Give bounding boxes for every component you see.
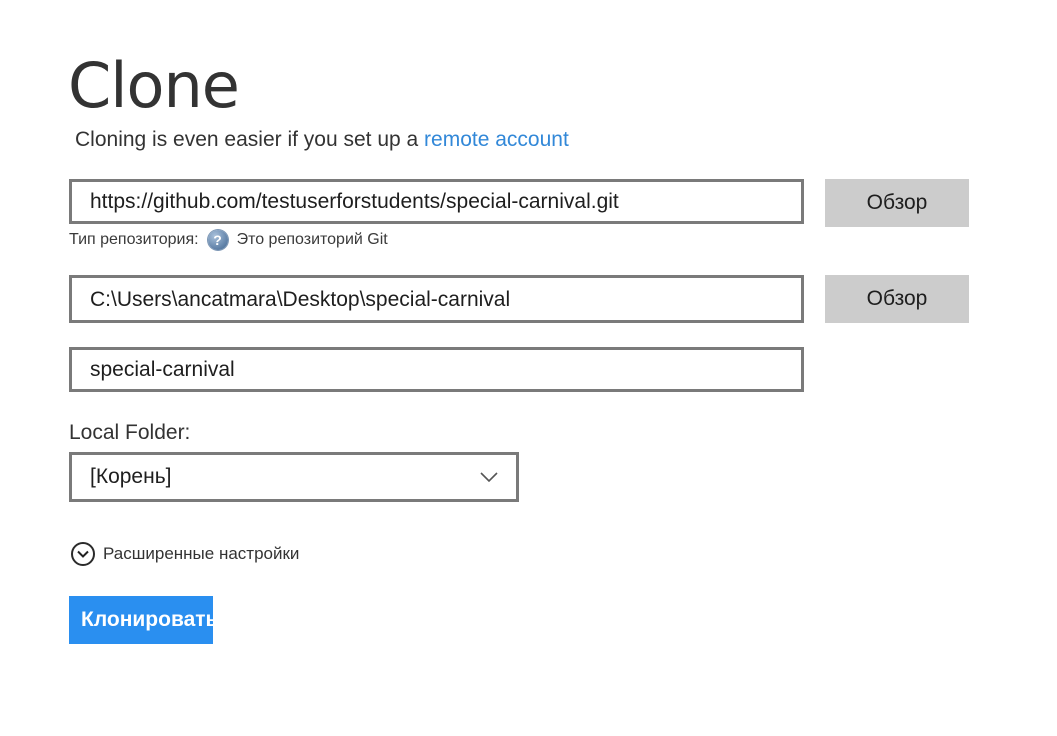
local-folder-selected: [Корень] <box>90 465 172 488</box>
browse-url-button[interactable]: Обзор <box>825 179 969 227</box>
chevron-down-icon <box>480 465 498 489</box>
repo-type-value: Это репозиторий Git <box>236 231 388 248</box>
browse-path-button[interactable]: Обзор <box>825 275 969 323</box>
repo-type-label: Тип репозитория: <box>69 231 199 248</box>
repo-name-value: special-carnival <box>90 358 235 381</box>
page-title: Clone <box>68 49 240 122</box>
repo-name-input[interactable]: special-carnival <box>69 347 804 392</box>
advanced-settings-label: Расширенные настройки <box>103 544 300 563</box>
local-folder-dropdown[interactable]: [Корень] <box>69 452 519 502</box>
remote-account-link[interactable]: remote account <box>424 128 569 151</box>
local-folder-label: Local Folder: <box>69 421 191 444</box>
advanced-settings-toggle[interactable]: Расширенные настройки <box>71 542 299 566</box>
repo-url-value: https://github.com/testuserforstudents/s… <box>90 190 619 213</box>
subtitle-text: Cloning is even easier if you set up a <box>75 128 419 151</box>
subtitle: Cloning is even easier if you set up a r… <box>75 126 569 154</box>
help-icon[interactable]: ? <box>207 230 228 250</box>
expand-chevron-icon <box>71 542 95 566</box>
local-path-input[interactable]: C:\Users\ancatmara\Desktop\special-carni… <box>69 275 804 323</box>
clone-button[interactable]: Клонировать <box>69 596 213 644</box>
repo-type-info: Тип репозитория: ? Это репозиторий Git <box>69 229 388 251</box>
repo-url-input[interactable]: https://github.com/testuserforstudents/s… <box>69 179 804 224</box>
local-path-value: C:\Users\ancatmara\Desktop\special-carni… <box>90 287 511 311</box>
